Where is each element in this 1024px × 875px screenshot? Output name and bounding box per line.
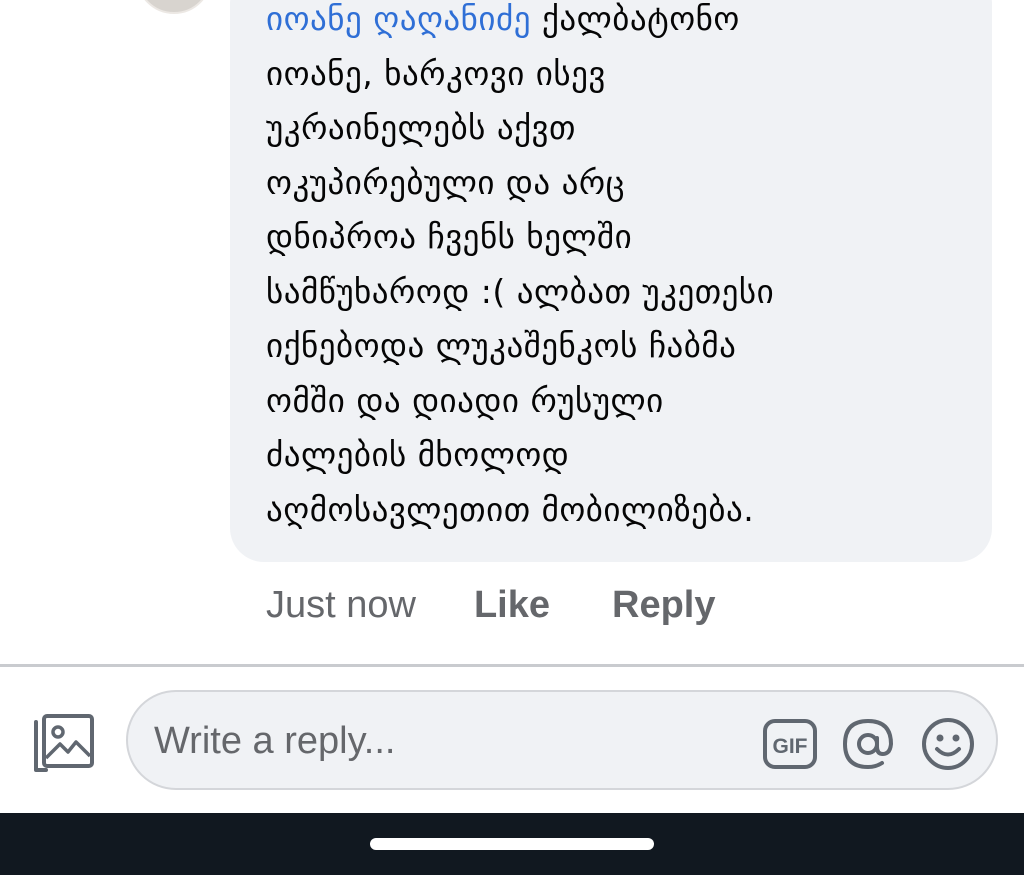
- comment-line-8: ომში და დიადი რუსული: [266, 380, 664, 420]
- at-icon[interactable]: [840, 716, 896, 772]
- gif-label: GIF: [773, 735, 808, 758]
- comment-line-1: იოანე ღაღანიძე ქალბატონო: [266, 0, 966, 47]
- system-navigation-bar: [0, 813, 1024, 875]
- like-button[interactable]: Like: [474, 584, 550, 627]
- avatar[interactable]: [136, 0, 212, 14]
- comment-line-7: იქნებოდა ლუკაშენკოს ჩაბმა: [266, 326, 737, 365]
- comment-text-segment: ქალბატონო: [531, 0, 740, 38]
- photo-icon[interactable]: [32, 712, 96, 774]
- comment-line-9: ძალების მხოლოდ: [266, 435, 570, 474]
- home-indicator[interactable]: [370, 838, 654, 850]
- timestamp[interactable]: Just now: [266, 584, 416, 627]
- comment-line-4: ოკუპირებული და არც: [266, 162, 626, 202]
- comment-line-3: უკრაინელებს აქვთ: [266, 108, 576, 147]
- comment-line-2: იოანე, ხარკოვი ისევ: [266, 53, 606, 93]
- comment-text: იოანე ღაღანიძე ქალბატონო იოანე, ხარკოვი …: [266, 0, 966, 537]
- comment-line-5: დნიპროა ჩვენს ხელში: [266, 217, 633, 256]
- reply-input[interactable]: [154, 712, 734, 770]
- gif-icon[interactable]: GIF: [762, 718, 818, 770]
- comment-author-link[interactable]: იოანე ღაღანიძე: [266, 0, 531, 38]
- comment-actions: Just now Like Reply: [266, 580, 716, 630]
- divider: [0, 664, 1024, 667]
- smile-icon[interactable]: [920, 716, 976, 772]
- comment-line-10: აღმოსავლეთით მობილიზება.: [266, 489, 755, 529]
- comment-line-6: სამწუხაროდ :( ალბათ უკეთესი: [266, 271, 775, 311]
- reply-composer[interactable]: GIF: [126, 690, 998, 790]
- reply-button[interactable]: Reply: [612, 584, 715, 627]
